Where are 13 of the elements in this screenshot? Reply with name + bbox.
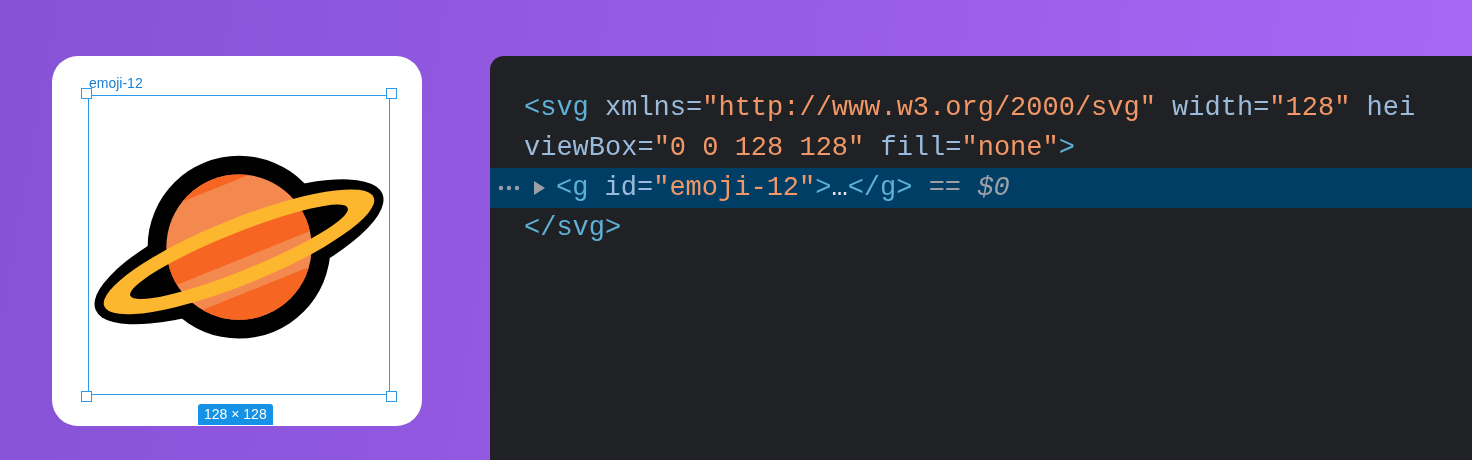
resize-handle[interactable]	[81, 391, 92, 402]
size-badge: 128 × 128	[198, 404, 273, 426]
more-icon[interactable]	[498, 185, 520, 191]
code-line: <svg xmlns="http://www.w3.org/2000/svg" width="128" hei	[524, 91, 1416, 125]
expand-triangle-icon[interactable]	[534, 181, 545, 195]
frame-label: emoji-12	[89, 76, 143, 90]
code-line: <g id="emoji-12">…</g> == $0	[556, 171, 1010, 205]
resize-handle[interactable]	[386, 391, 397, 402]
code-line: </svg>	[524, 211, 622, 245]
selected-row[interactable]: <g id="emoji-12">…</g> == $0	[490, 168, 1472, 208]
code-line: viewBox="0 0 128 128" fill="none">	[524, 131, 1075, 165]
selection-outline[interactable]	[88, 95, 390, 395]
resize-handle[interactable]	[386, 88, 397, 99]
